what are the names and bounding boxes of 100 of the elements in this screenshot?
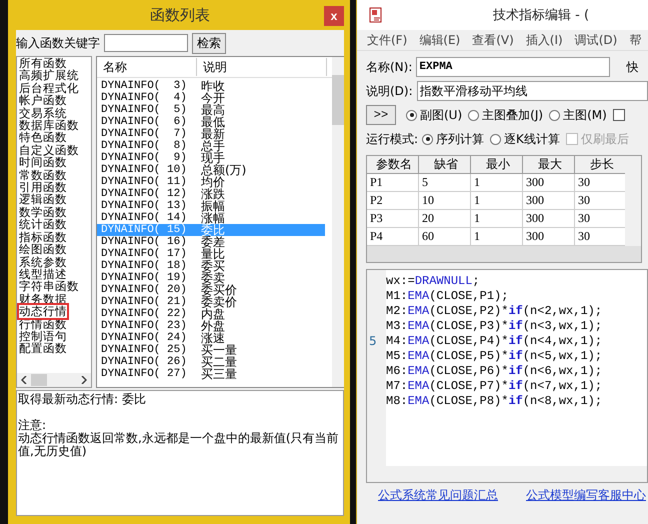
function-row[interactable]: DYNAINFO( 4) 今开 (97, 92, 325, 104)
function-row[interactable]: DYNAINFO( 18) 委买 (97, 260, 325, 272)
category-item[interactable]: 交易系统 (19, 106, 67, 120)
help-link[interactable]: 公式模型编写客服中心 (526, 487, 646, 504)
category-item[interactable]: 帐户函数 (19, 94, 67, 107)
checkbox[interactable] (612, 109, 625, 121)
vertical-scrollbar[interactable] (332, 57, 344, 387)
category-item[interactable]: 系统参数 (19, 256, 67, 268)
category-item[interactable]: 数据库函数 (19, 119, 79, 132)
code-line: M2:EMA(CLOSE,P2)*if(n<2,wx,1); (386, 304, 602, 319)
code-editor[interactable] (366, 269, 648, 483)
name-label: 名称(N): (366, 58, 412, 76)
function-row[interactable]: DYNAINFO( 21) 委卖价 (97, 296, 325, 308)
function-row[interactable]: DYNAINFO( 20) 委买价 (97, 284, 325, 296)
function-row[interactable]: DYNAINFO( 7) 最新 (97, 128, 325, 140)
mode-radio[interactable]: 逐K线计算 (490, 130, 560, 148)
column-header[interactable]: 名称 (97, 58, 197, 76)
search-field[interactable] (104, 34, 188, 52)
function-row[interactable]: DYNAINFO( 11) 均价 (97, 176, 325, 188)
menu-item[interactable]: 调试(D) (574, 32, 618, 48)
table-cell[interactable]: 10 (419, 192, 471, 210)
function-row[interactable]: DYNAINFO( 10) 总额(万) (97, 164, 325, 176)
mode-radio[interactable]: 序列计算 (422, 130, 484, 148)
category-item[interactable]: 配置函数 (19, 342, 67, 355)
function-row[interactable]: DYNAINFO( 19) 委卖 (97, 272, 325, 284)
category-item[interactable]: 自定义函数 (19, 144, 79, 156)
document-icon (369, 7, 383, 23)
menu-item[interactable]: 查看(V) (472, 32, 514, 48)
description-label: 说明(D): (366, 82, 413, 100)
chart-type-radio[interactable]: 副图(U) (406, 106, 462, 124)
table-cell[interactable]: 1 (471, 210, 523, 228)
category-item[interactable]: 特色函数 (19, 131, 67, 144)
line-number: 5 (369, 334, 377, 348)
window-title: 技术指标编辑 - ( (493, 7, 590, 24)
function-row[interactable]: DYNAINFO( 6) 最低 (97, 116, 325, 128)
table-cell[interactable]: P1 (367, 174, 419, 192)
category-item[interactable]: 字符串函数 (19, 280, 79, 293)
table-cell[interactable]: 20 (419, 210, 471, 228)
code-line: M6:EMA(CLOSE,P6)*if(n<6,wx,1); (386, 364, 602, 379)
code-line: M7:EMA(CLOSE,P7)*if(n<7,wx,1); (386, 379, 602, 394)
category-item[interactable]: 常数函数 (19, 168, 67, 182)
function-row[interactable]: DYNAINFO( 3) 昨收 (97, 80, 325, 92)
code-line: M5:EMA(CLOSE,P5)*if(n<5,wx,1); (386, 349, 602, 364)
function-row[interactable]: DYNAINFO( 26) 买二量 (97, 356, 325, 368)
menu-item[interactable]: 编辑(E) (419, 32, 460, 48)
table-cell[interactable]: 1 (471, 174, 523, 192)
function-row[interactable]: DYNAINFO( 5) 最高 (97, 104, 325, 116)
function-row[interactable]: DYNAINFO( 14) 涨幅 (97, 212, 325, 224)
table-cell[interactable]: 5 (419, 174, 471, 192)
table-cell[interactable]: 300 (523, 192, 575, 210)
function-row[interactable]: DYNAINFO( 9) 现手 (97, 152, 325, 164)
category-item[interactable]: 绘图函数 (19, 243, 67, 256)
chart-type-radio[interactable]: 主图(M) (549, 106, 607, 124)
category-item[interactable]: 动态行情 (19, 305, 67, 318)
horizontal-scrollbar[interactable] (367, 246, 641, 262)
menu-item[interactable]: 帮 (629, 32, 642, 48)
chart-type-radio[interactable]: 主图叠加(J) (468, 106, 544, 124)
column-header: 最大 (523, 156, 575, 174)
category-item[interactable]: 引用函数 (19, 181, 67, 194)
expand-button[interactable]: >> (366, 105, 396, 125)
code-line: wx:=DRAWNULL; (386, 274, 481, 289)
category-item[interactable]: 线型描述 (19, 268, 67, 280)
function-row[interactable]: DYNAINFO( 27) 买三量 (97, 368, 325, 380)
category-item[interactable]: 统计函数 (19, 218, 67, 231)
category-item[interactable]: 时间函数 (19, 156, 67, 169)
function-row[interactable]: DYNAINFO( 24) 涨速 (97, 332, 325, 344)
help-link[interactable]: 公式系统常见问题汇总 (378, 487, 498, 504)
function-row[interactable]: DYNAINFO( 17) 量比 (97, 248, 325, 260)
mode-label: 运行模式: (366, 130, 418, 148)
table-cell[interactable]: 300 (523, 174, 575, 192)
function-row[interactable]: DYNAINFO( 13) 振幅 (97, 200, 325, 212)
function-row[interactable]: DYNAINFO( 22) 内盘 (97, 308, 325, 320)
column-header: 缺省 (419, 156, 471, 174)
category-item[interactable]: 后台程式化 (19, 82, 79, 94)
function-row[interactable]: DYNAINFO( 23) 外盘 (97, 320, 325, 332)
table-cell[interactable]: P2 (367, 192, 419, 210)
menu-item[interactable]: 插入(I) (526, 32, 563, 48)
table-cell[interactable]: P3 (367, 210, 419, 228)
function-row[interactable]: DYNAINFO( 12) 涨跌 (97, 188, 325, 200)
name-field[interactable]: EXPMA (416, 57, 610, 77)
table-cell[interactable]: 300 (523, 210, 575, 228)
function-row[interactable]: DYNAINFO( 16) 委差 (97, 236, 325, 248)
horizontal-scrollbar[interactable] (17, 373, 91, 387)
vertical-scrollbar[interactable] (625, 156, 641, 246)
close-button[interactable]: x (324, 6, 344, 26)
table-cell[interactable]: 1 (471, 192, 523, 210)
menu-item[interactable]: 文件(F) (367, 32, 408, 48)
function-row[interactable]: DYNAINFO( 8) 总手 (97, 140, 325, 152)
category-item[interactable]: 逻辑函数 (19, 193, 67, 206)
category-item[interactable]: 控制语句 (19, 330, 67, 342)
category-item[interactable]: 数学函数 (19, 206, 67, 218)
column-header: 参数名 (367, 156, 419, 174)
description-field[interactable]: 指数平滑移动平均线 (416, 81, 648, 101)
search-button[interactable]: 检索 (192, 32, 226, 54)
code-line: M1:EMA(CLOSE,P1); (386, 289, 510, 304)
column-header[interactable]: 说明 (197, 58, 327, 76)
function-row[interactable]: DYNAINFO( 25) 买一量 (97, 344, 325, 356)
category-item[interactable]: 所有函数 (19, 57, 67, 70)
category-item[interactable]: 高频扩展统 (19, 69, 79, 82)
category-item[interactable]: 指标函数 (19, 230, 67, 244)
